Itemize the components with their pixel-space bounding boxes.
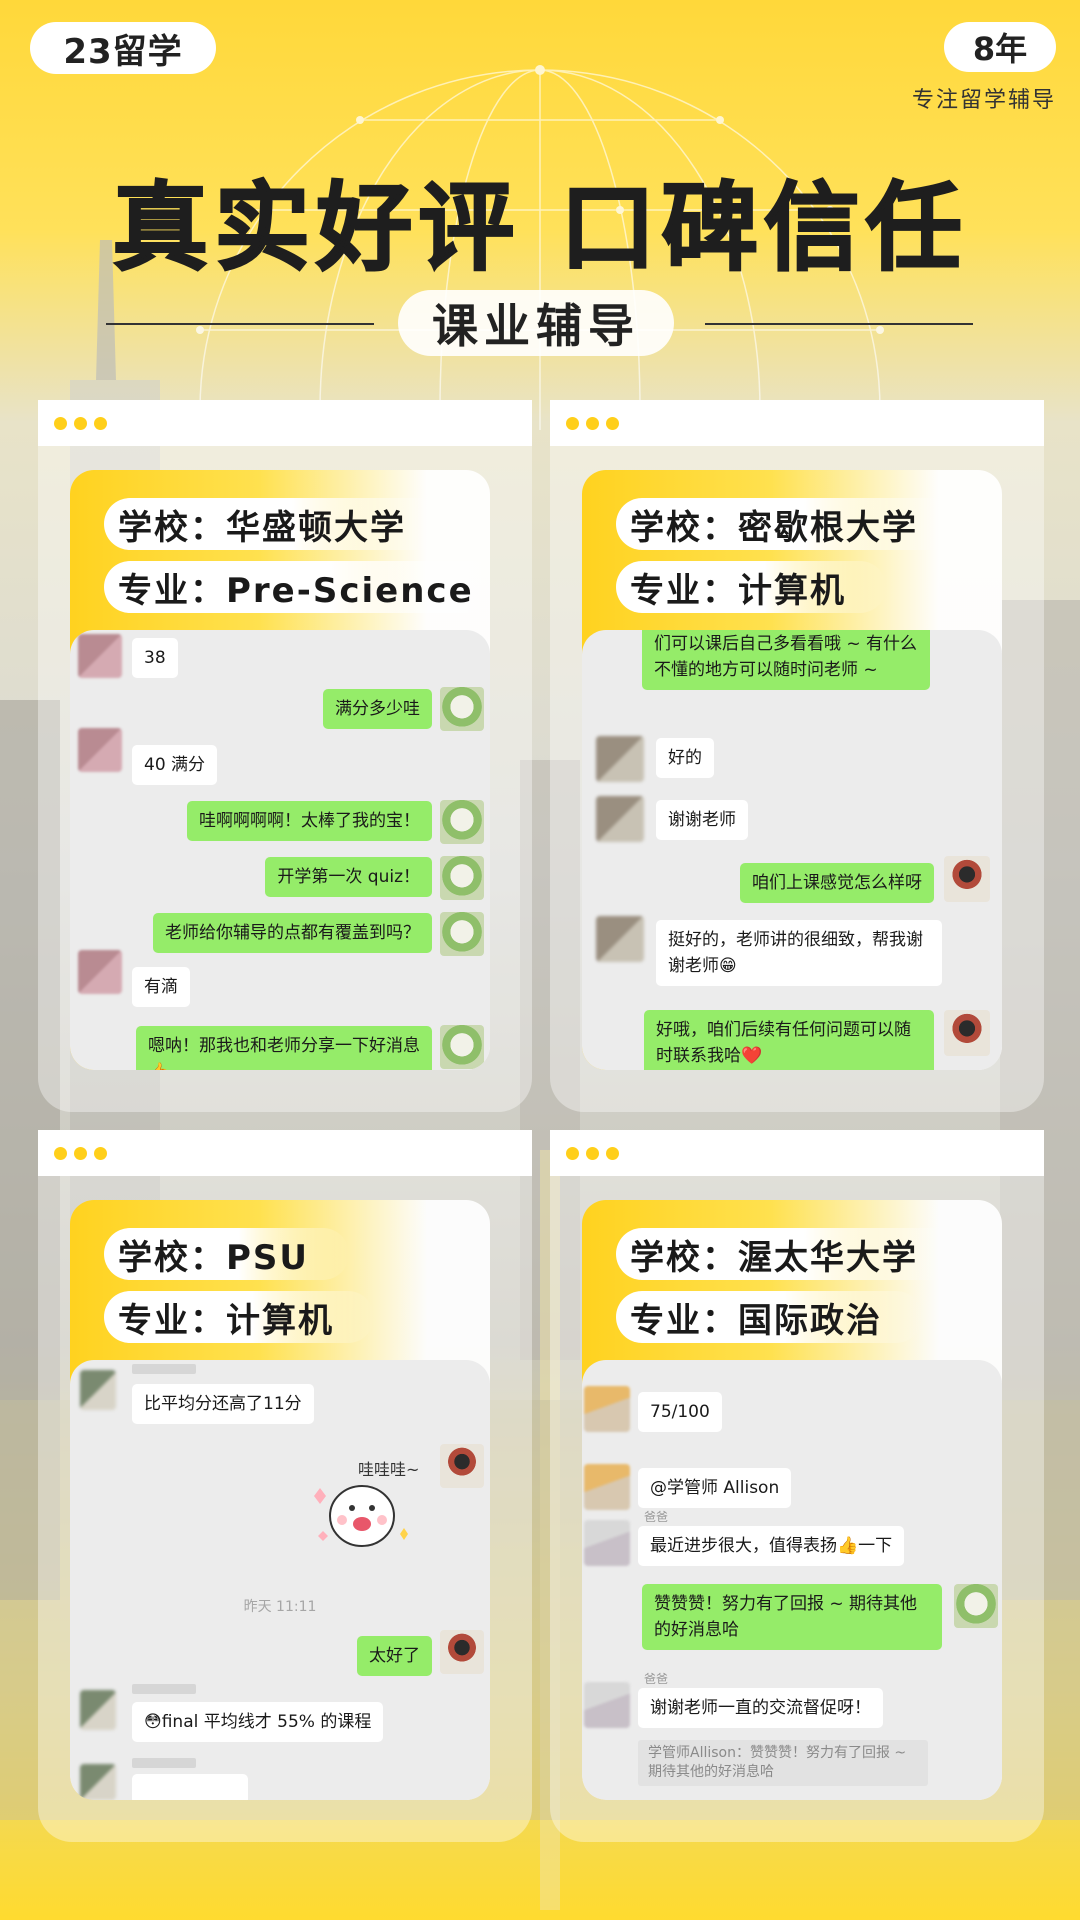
window-dot-icon [566,416,579,430]
avatar [440,1630,484,1674]
chat-screenshot: 比平均分还高了11分 哇哇哇~ 昨天 11:11 太好了 😳final 平均线才… [70,1360,490,1800]
avatar [944,1010,990,1056]
chat-message-received: 谢谢老师一直的交流督促呀！ [638,1688,883,1728]
school-label: 学校：PSU [104,1228,350,1280]
review-card: 学校：华盛顿大学 专业：Pre-Science 38 满分多少哇 40 满分 哇… [70,470,490,1070]
avatar [440,1444,484,1488]
avatar [596,736,644,782]
chat-screenshot: 75/100 @学管师 Allison 爸爸 最近进步很大，值得表扬👍一下 赞赞… [582,1360,1002,1800]
sender-name: 爸爸 [644,1672,669,1686]
window-dot-icon [606,416,619,430]
avatar [596,796,644,842]
chat-message-received: 40 满分 [132,745,218,785]
chat-message-received: 😳final 平均线才 55% 的课程 [132,1702,384,1742]
school-label: 学校：渥太华大学 [616,1228,958,1280]
window-dot-icon [74,416,87,430]
window-dot-icon [74,1146,87,1160]
school-label: 学校：华盛顿大学 [104,498,446,550]
chat-message-received: 75/100 [638,1392,722,1432]
sender-name-blurred [132,1684,196,1694]
chat-message-received: 好的 [656,738,714,778]
review-panel-1: 学校：华盛顿大学 专业：Pre-Science 38 满分多少哇 40 满分 哇… [38,400,532,1112]
avatar [80,1764,116,1800]
avatar [584,1464,630,1510]
review-card: 学校：渥太华大学 专业：国际政治 75/100 @学管师 Allison 爸爸 … [582,1200,1002,1800]
chat-message-sent: 老师给你辅导的点都有覆盖到吗？ [153,913,432,953]
review-panel-3: 学校：PSU 专业：计算机 比平均分还高了11分 哇哇哇~ 昨天 11:11 太… [38,1130,532,1842]
window-dot-icon [566,1146,579,1160]
chat-message-received: 谢谢老师 [656,800,748,840]
avatar [440,856,484,900]
avatar [78,634,122,678]
avatar [954,1584,998,1628]
window-dot-icon [54,416,67,430]
window-titlebar [550,400,1044,446]
avatar [944,856,990,902]
avatar [440,687,484,731]
major-label: 专业：计算机 [616,561,886,613]
chat-message-sent: 咱们上课感觉怎么样呀 [740,863,934,903]
divider-left [106,323,374,325]
avatar [78,950,122,994]
review-card: 学校：PSU 专业：计算机 比平均分还高了11分 哇哇哇~ 昨天 11:11 太… [70,1200,490,1800]
page-headline: 真实好评 口碑信任 [111,171,968,285]
chat-message-received [132,1774,248,1800]
sender-name: 爸爸 [644,1510,669,1524]
window-dot-icon [94,416,107,430]
avatar [596,916,644,962]
avatar [440,1025,484,1069]
window-titlebar [38,400,532,446]
window-dot-icon [54,1146,67,1160]
quoted-reply: 学管师Allison：赞赞赞！努力有了回报 ~ 期待其他的好消息哈 [638,1740,928,1786]
major-label: 专业：Pre-Science [104,561,490,613]
window-dot-icon [94,1146,107,1160]
chat-message-sent: 好哦，咱们后续有任何问题可以随时联系我哈❤️ [644,1010,934,1070]
avatar [80,1690,116,1730]
chat-screenshot: 38 满分多少哇 40 满分 哇啊啊啊啊！太棒了我的宝！ 开学第一次 quiz！… [70,630,490,1070]
chat-message-sent: 满分多少哇 [323,689,432,729]
avatar [584,1386,630,1432]
chat-message-sent: 哇啊啊啊啊！太棒了我的宝！ [187,801,432,841]
section-title: 课业辅导 [398,290,674,356]
school-label: 学校：密歇根大学 [616,498,958,550]
chat-message-received: 挺好的，老师讲的很细致，帮我谢谢老师😁 [656,920,942,986]
years-badge: 8年 [944,22,1056,72]
chat-timestamp: 昨天 11:11 [243,1599,317,1615]
window-dot-icon [606,1146,619,1160]
window-dot-icon [586,416,599,430]
chat-message-sent: 们可以课后自己多看看哦 ~ 有什么不懂的地方可以随时问老师 ~ [642,630,930,690]
chat-screenshot: 们可以课后自己多看看哦 ~ 有什么不懂的地方可以随时问老师 ~ 好的 谢谢老师 … [582,630,1002,1070]
chat-message-sent: 开学第一次 quiz！ [265,857,432,897]
chat-message-sent: 赞赞赞！努力有了回报 ~ 期待其他的好消息哈 [642,1584,942,1650]
chat-message-received: @学管师 Allison [638,1468,792,1508]
chat-message-received: 比平均分还高了11分 [132,1384,314,1424]
chat-message-sent: 嗯呐！那我也和老师分享一下好消息👍 [136,1026,432,1070]
divider-right [705,323,973,325]
brand-slogan: 专注留学辅导 [911,88,1056,113]
brand-logo: 23留学 [30,22,216,74]
window-titlebar [38,1130,532,1176]
review-panel-4: 学校：渥太华大学 专业：国际政治 75/100 @学管师 Allison 爸爸 … [550,1130,1044,1842]
review-card: 学校：密歇根大学 专业：计算机 们可以课后自己多看看哦 ~ 有什么不懂的地方可以… [582,470,1002,1070]
avatar [584,1520,630,1566]
avatar [584,1682,630,1728]
window-titlebar [550,1130,1044,1176]
sticker-text: 哇哇哇~ [358,1460,420,1479]
avatar [440,912,484,956]
avatar [440,800,484,844]
sender-name-blurred [132,1364,196,1374]
chat-message-sent: 太好了 [357,1636,432,1676]
avatar [80,1370,116,1410]
window-dot-icon [586,1146,599,1160]
sender-name-blurred [132,1758,196,1768]
chat-message-received: 38 [132,638,178,678]
major-label: 专业：计算机 [104,1291,374,1343]
chat-message-received: 最近进步很大，值得表扬👍一下 [638,1526,905,1566]
avatar [78,728,122,772]
chat-message-received: 有滴 [132,967,190,1007]
major-label: 专业：国际政治 [616,1291,922,1343]
review-panel-2: 学校：密歇根大学 专业：计算机 们可以课后自己多看看哦 ~ 有什么不懂的地方可以… [550,400,1044,1112]
